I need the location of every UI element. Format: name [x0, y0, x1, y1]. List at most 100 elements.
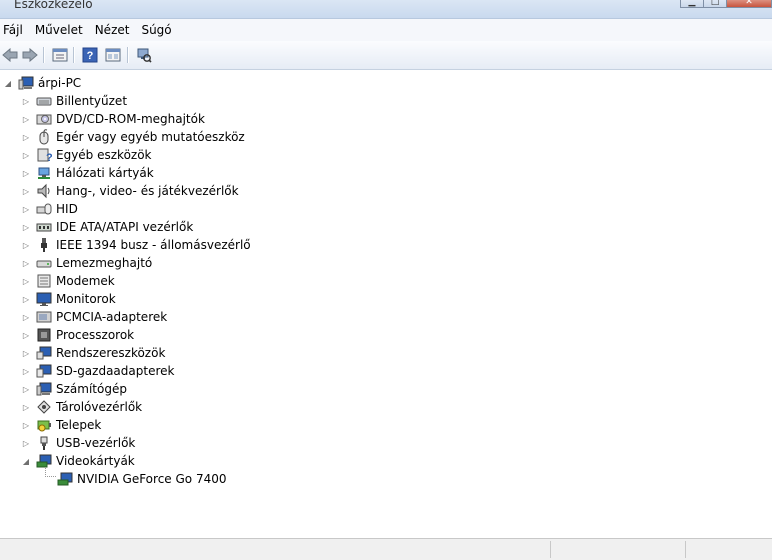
help-icon[interactable]: ?: [80, 45, 100, 65]
tree-node-label: SD-gazdaadapterek: [56, 364, 175, 378]
menu-bar: Fájl Művelet Nézet Súgó: [0, 19, 772, 41]
tree-node[interactable]: ◢ Videokártyák: [22, 452, 135, 470]
tree-node-label: Billentyűzet: [56, 94, 128, 108]
tree-node-label: IDE ATA/ATAPI vezérlők: [56, 220, 194, 234]
menu-view[interactable]: Nézet: [91, 23, 138, 37]
expand-icon[interactable]: ▷: [22, 205, 30, 214]
tree-node-label: DVD/CD-ROM-meghajtók: [56, 112, 205, 126]
window-title: Eszközkezelő: [14, 0, 93, 11]
disk-drive-icon: [36, 255, 52, 271]
expand-icon[interactable]: ▷: [22, 385, 30, 394]
show-hidden-icon[interactable]: [103, 45, 123, 65]
title-bar: Eszközkezelő ▁ □ ✕: [0, 0, 772, 19]
tree-node[interactable]: ▷ USB-vezérlők: [22, 434, 135, 452]
tree-node[interactable]: ▷ Egér vagy egyéb mutatóeszköz: [22, 128, 245, 146]
battery-icon: [36, 417, 52, 433]
expand-icon[interactable]: ▷: [22, 367, 30, 376]
expand-icon[interactable]: ▷: [22, 115, 30, 124]
tree-node[interactable]: ▷ Billentyűzet: [22, 92, 127, 110]
usb-controller-icon: [36, 435, 52, 451]
tree-node[interactable]: ▷ Modemek: [22, 272, 115, 290]
back-icon[interactable]: [0, 45, 20, 65]
speaker-icon: [36, 183, 52, 199]
status-bar: [0, 538, 772, 560]
tree-node[interactable]: ▷ Telepek: [22, 416, 101, 434]
expand-icon[interactable]: ▷: [22, 331, 30, 340]
expand-icon[interactable]: ▷: [22, 187, 30, 196]
tree-node-label: Hang-, video- és játékvezérlők: [56, 184, 239, 198]
forward-icon[interactable]: [20, 45, 40, 65]
expand-icon[interactable]: ▷: [22, 151, 30, 160]
collapse-icon[interactable]: ◢: [4, 79, 12, 88]
tree-root[interactable]: ◢ árpi-PC: [4, 74, 81, 92]
display-adapter-icon: [57, 471, 73, 487]
tree-node[interactable]: ▷ Monitorok: [22, 290, 116, 308]
pcmcia-icon: [36, 309, 52, 325]
sd-host-icon: [36, 363, 52, 379]
tree-node-label: Rendszereszközök: [56, 346, 166, 360]
keyboard-icon: [36, 93, 52, 109]
maximize-button[interactable]: □: [703, 0, 727, 8]
tree-node[interactable]: ▷? Egyéb eszközök: [22, 146, 152, 164]
computer-icon: [18, 75, 34, 91]
dvd-drive-icon: [36, 111, 52, 127]
tree-node-label: Tárolóvezérlők: [56, 400, 143, 414]
expand-icon[interactable]: ▷: [22, 313, 30, 322]
tree-node-label: PCMCIA-adapterek: [56, 310, 168, 324]
network-card-icon: [36, 165, 52, 181]
tree-node[interactable]: ▷ Hálózati kártyák: [22, 164, 154, 182]
tree-node[interactable]: ▷ Processzorok: [22, 326, 134, 344]
expand-icon[interactable]: ▷: [22, 223, 30, 232]
svg-text:?: ?: [87, 50, 94, 62]
tree-node[interactable]: ▷ DVD/CD-ROM-meghajtók: [22, 110, 205, 128]
modem-icon: [36, 273, 52, 289]
tree-node-label: Egyéb eszközök: [56, 148, 152, 162]
tree-node[interactable]: ▷ Lemezmeghajtó: [22, 254, 152, 272]
mouse-icon: [36, 129, 52, 145]
expand-icon[interactable]: ▷: [22, 133, 30, 142]
tree-node[interactable]: ▷ PCMCIA-adapterek: [22, 308, 167, 326]
expand-icon[interactable]: ▷: [22, 439, 30, 448]
tree-node[interactable]: ▷ Hang-, video- és játékvezérlők: [22, 182, 239, 200]
tree-node-label: HID: [56, 202, 78, 216]
expand-icon[interactable]: ▷: [22, 277, 30, 286]
display-adapter-icon: [36, 453, 52, 469]
expand-icon[interactable]: ▷: [22, 295, 30, 304]
tree-node[interactable]: ▷ IDE ATA/ATAPI vezérlők: [22, 218, 193, 236]
status-pane-1: [550, 541, 551, 558]
tree-node[interactable]: ▷ SD-gazdaadapterek: [22, 362, 175, 380]
expand-icon[interactable]: ▷: [22, 259, 30, 268]
scan-hardware-icon[interactable]: [134, 45, 154, 65]
ide-controller-icon: [36, 219, 52, 235]
close-button[interactable]: ✕: [726, 0, 772, 8]
expand-icon[interactable]: ▷: [22, 97, 30, 106]
minimize-button[interactable]: ▁: [680, 0, 704, 8]
tree-node-label: IEEE 1394 busz - állomásvezérlő: [56, 238, 251, 252]
tree-node[interactable]: ▷ IEEE 1394 busz - állomásvezérlő: [22, 236, 251, 254]
tree-node-label: Monitorok: [56, 292, 116, 306]
unknown-device-icon: ?: [36, 147, 53, 164]
expand-icon[interactable]: ▷: [22, 349, 30, 358]
expand-icon[interactable]: ▷: [22, 169, 30, 178]
properties-icon[interactable]: [50, 45, 70, 65]
tree-child-label: NVIDIA GeForce Go 7400: [77, 472, 227, 486]
expand-icon[interactable]: ▷: [22, 421, 30, 430]
tree-node[interactable]: ▷ HID: [22, 200, 78, 218]
collapse-icon[interactable]: ◢: [22, 457, 30, 466]
tree-node[interactable]: ▷ Számítógép: [22, 380, 127, 398]
menu-help[interactable]: Súgó: [137, 23, 179, 37]
tree-node-label: Hálózati kártyák: [56, 166, 154, 180]
tree-connector: [45, 468, 56, 477]
hid-icon: [36, 201, 52, 217]
expand-icon[interactable]: ▷: [22, 241, 30, 250]
tree-node[interactable]: ▷ Rendszereszközök: [22, 344, 165, 362]
toolbar: ?: [0, 41, 772, 70]
expand-icon[interactable]: ▷: [22, 403, 30, 412]
tree-child-node[interactable]: NVIDIA GeForce Go 7400: [57, 470, 226, 488]
menu-file[interactable]: Fájl: [0, 23, 31, 37]
storage-controller-icon: [36, 399, 52, 415]
tree-node[interactable]: ▷ Tárolóvezérlők: [22, 398, 142, 416]
window-controls: ▁ □ ✕: [680, 0, 772, 10]
menu-action[interactable]: Művelet: [31, 23, 91, 37]
tree-node-label: Lemezmeghajtó: [56, 256, 153, 270]
